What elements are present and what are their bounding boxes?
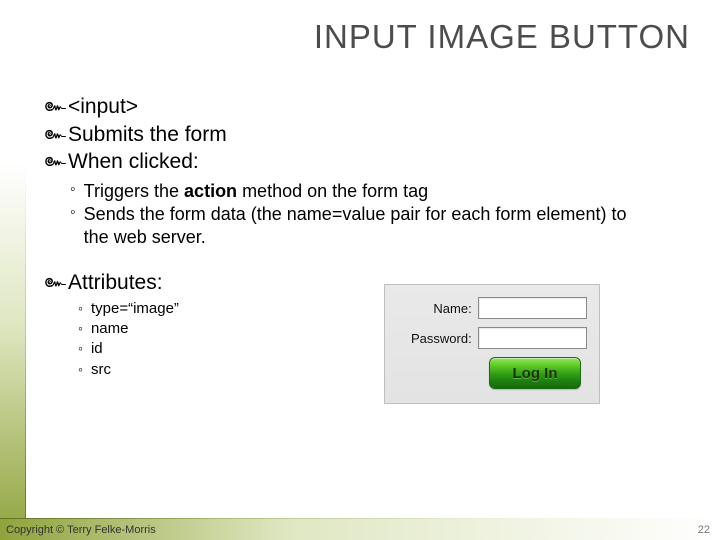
slide-number: 22 <box>698 524 710 536</box>
login-button-label: Log In <box>513 365 558 382</box>
login-form-illustration: Name: Password: Log In <box>384 284 600 404</box>
bullet-icon: ๛ <box>44 121 66 146</box>
subitem-sends: ◦ Sends the form data (the name=value pa… <box>70 203 690 249</box>
sub-bullet-icon: ◦ <box>78 339 83 358</box>
sub-bullet-icon: ◦ <box>78 360 83 379</box>
sub-bullet-icon: ◦ <box>70 203 76 223</box>
when-clicked-subitems: ◦ Triggers the action method on the form… <box>70 180 690 249</box>
form-row-password: Password: <box>397 327 587 349</box>
text-post: method on the form tag <box>237 181 428 201</box>
bullet-icon: ๛ <box>44 93 66 118</box>
subitem-text: Triggers the action method on the form t… <box>84 180 429 203</box>
login-button[interactable]: Log In <box>489 357 581 389</box>
bullet-text: <input> <box>68 93 138 121</box>
sub-bullet-icon: ◦ <box>78 299 83 318</box>
sub-bullet-icon: ◦ <box>70 180 76 200</box>
slide: INPUT IMAGE BUTTON ๛ <input> ๛ Submits t… <box>0 0 720 540</box>
copyright: Copyright © Terry Felke-Morris <box>6 524 156 536</box>
attr-text: id <box>91 339 103 359</box>
attr-text: name <box>91 319 129 339</box>
name-label: Name: <box>397 301 472 316</box>
bullet-icon: ๛ <box>44 148 66 173</box>
bullet-text: Submits the form <box>68 121 227 149</box>
name-input[interactable] <box>478 297 587 319</box>
text-strong: action <box>184 181 237 201</box>
attr-text: src <box>91 360 111 380</box>
subitem-text: Sends the form data (the name=value pair… <box>84 203 634 249</box>
form-button-row: Log In <box>397 357 587 389</box>
bullet-icon: ๛ <box>44 269 66 294</box>
slide-title: INPUT IMAGE BUTTON <box>200 18 690 56</box>
password-input[interactable] <box>478 327 587 349</box>
form-row-name: Name: <box>397 297 587 319</box>
sub-bullet-icon: ◦ <box>78 319 83 338</box>
bullet-input: ๛ <input> <box>44 93 690 121</box>
bullet-text: Attributes: <box>68 269 163 297</box>
attr-text: type=“image” <box>91 299 179 319</box>
subitem-action: ◦ Triggers the action method on the form… <box>70 180 690 203</box>
left-decorative-strip <box>0 0 26 540</box>
password-label: Password: <box>397 331 472 346</box>
bullet-text: When clicked: <box>68 148 199 176</box>
text-pre: Triggers the <box>84 181 184 201</box>
bullet-submits: ๛ Submits the form <box>44 121 690 149</box>
bullet-when-clicked: ๛ When clicked: <box>44 148 690 176</box>
